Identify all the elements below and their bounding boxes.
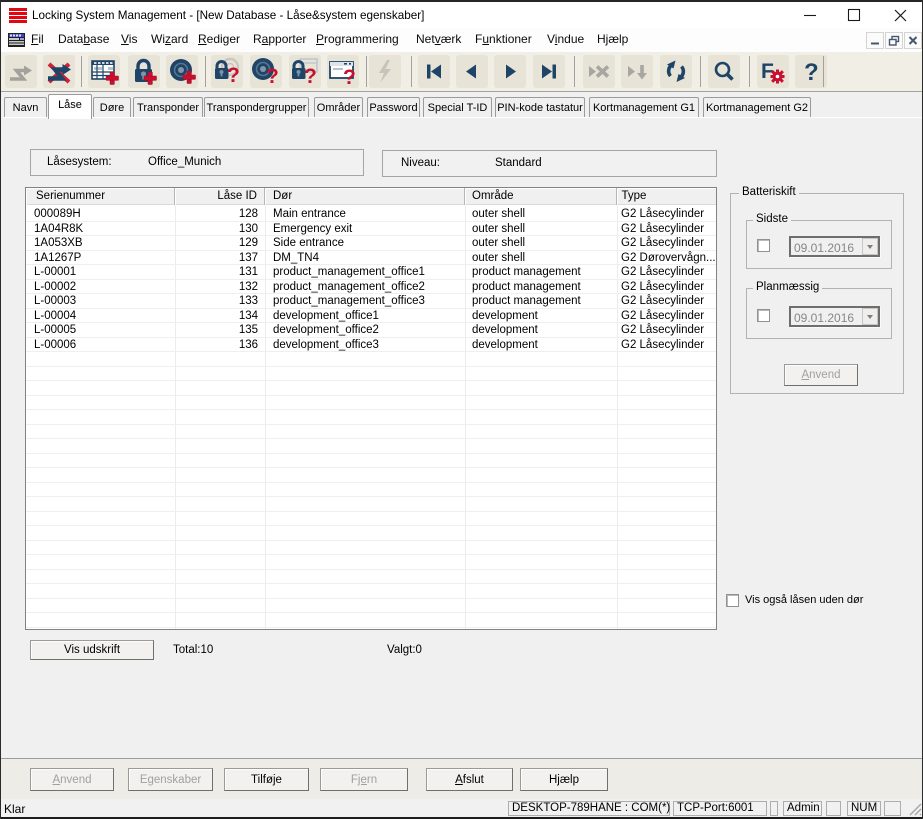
svg-text:?: ? (227, 64, 240, 87)
svg-text:?: ? (304, 65, 317, 88)
svg-text:?: ? (266, 65, 279, 88)
svg-text:?: ? (343, 66, 356, 88)
svg-text:?: ? (804, 59, 819, 86)
